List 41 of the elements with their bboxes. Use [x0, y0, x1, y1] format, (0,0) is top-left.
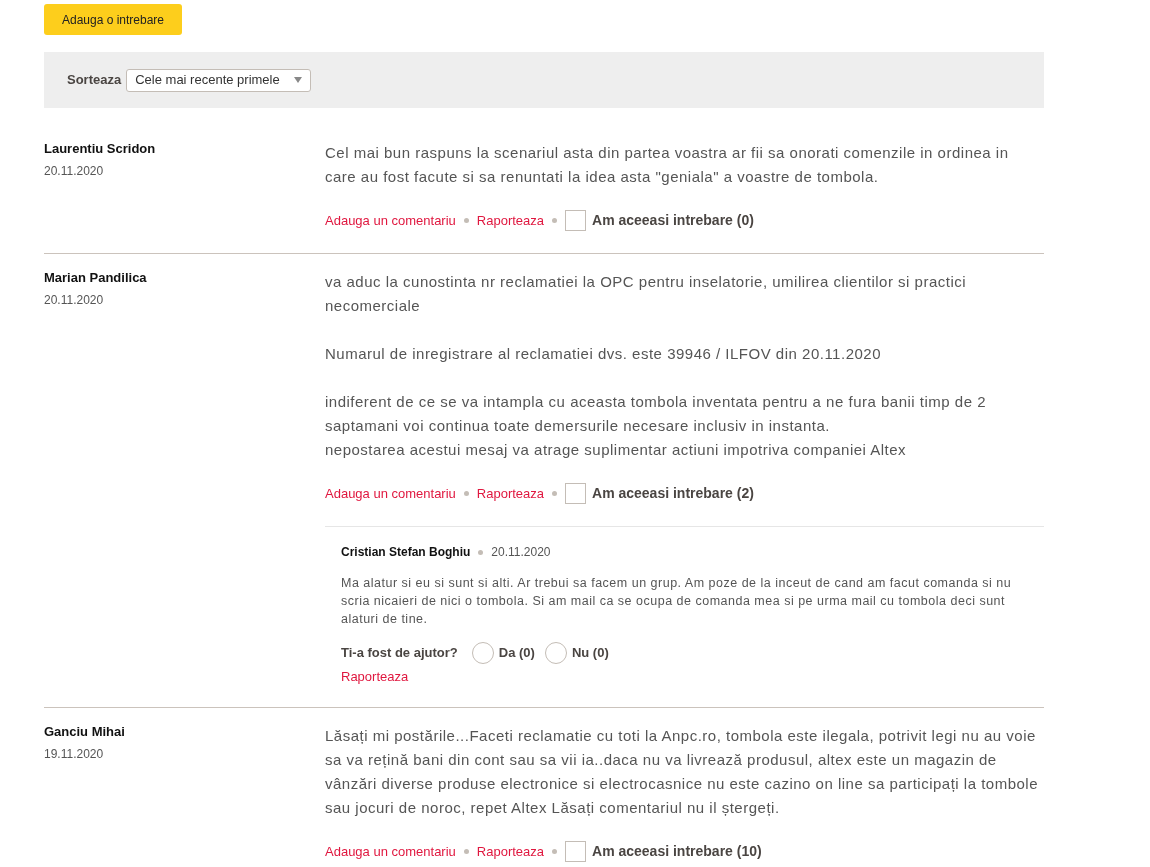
add-comment-link[interactable]: Adauga un comentariu: [325, 841, 456, 862]
bullet-icon: [552, 849, 558, 854]
helpful-label: Ti-a fost de ajutor?: [341, 644, 458, 663]
sort-select[interactable]: Cele mai recente primele: [126, 68, 312, 92]
add-comment-link[interactable]: Adauga un comentariu: [325, 210, 456, 231]
radio-button[interactable]: [544, 642, 567, 664]
bullet-icon: [463, 218, 469, 223]
bullet-icon: [552, 491, 558, 496]
question-text: va aduc la cunostinta nr reclamatiei la OPC pentru inselatorie, umilirea clientilor si practici necomerciale Numarul de inregistrare al reclamatiei dvs. este 39946 / ILFOV din 20.11.2020 indiferent de ce se va intampla cu aceasta tombola inventata pentru a ne fura banii timp de 2 saptamani voi continua toate demersurile necesare inclusiv in instanta. nepostarea acestui mesaj va atrage suplimentar actiuni impotriva companiei Altex: [325, 272, 988, 460]
caret-icon: [294, 77, 303, 83]
same-question-label[interactable]: Am aceeasi intrebare (2): [592, 483, 754, 504]
question-date: 19.11.2020: [44, 746, 104, 762]
same-question-label[interactable]: Am aceeasi intrebare (0): [592, 210, 754, 231]
question-text: Cel mai bun raspuns la scenariul asta din partea voastra ar fii sa onorati comenzile in ordinea in care au fost facute si sa renuntati la idea asta "geniala" a voastre de tombola.: [325, 143, 1010, 187]
question-date: 20.11.2020: [44, 163, 104, 179]
radio-button[interactable]: [471, 642, 494, 664]
checkbox[interactable]: [565, 841, 587, 862]
comment-text: Ma alatur si eu si sunt si alti. Ar trebui sa facem un grup. Am poze de la inceut de cand am facut comanda si nu scria nicaieri de nici o tombola. Si am mail ca se ocupa de comanda mea si pe urma mail cu tombola deci sunt alaturi de tine.: [341, 575, 1013, 628]
sort-label: Sorteaza: [67, 71, 122, 90]
report-link[interactable]: Raporteaza: [476, 483, 545, 504]
question-text: Lăsați mi postările...Faceti reclamatie cu toti la Anpc.ro, tombola este ilegala, potrivit legi nu au voie sa va rețină bani din cont sau sa vii ia..daca nu va livrează produsul, altex este un magazin de vânzări diverse produse electronice si electrocasnice nu este cazino on line sa participați la tombole sau jocuri de noroc, repet Altex Lăsați comentariul nu il ștergeți.: [325, 726, 1040, 818]
comment-author: Cristian Stefan Boghiu: [341, 544, 471, 560]
checkbox[interactable]: [565, 483, 587, 504]
vote-option-label[interactable]: Da (0): [498, 643, 535, 663]
same-question-label[interactable]: Am aceeasi intrebare (10): [592, 841, 762, 862]
bullet-icon: [478, 549, 484, 555]
question-date: 20.11.2020: [44, 292, 104, 308]
question-author: Marian Pandilica: [44, 270, 147, 286]
bullet-icon: [463, 849, 469, 854]
comment-date: 20.11.2020: [491, 544, 551, 560]
bullet-icon: [463, 491, 469, 496]
add-comment-link[interactable]: Adauga un comentariu: [325, 483, 456, 504]
report-link[interactable]: Raporteaza: [341, 669, 409, 685]
bullet-icon: [552, 218, 558, 223]
report-link[interactable]: Raporteaza: [476, 210, 545, 231]
vote-option-label[interactable]: Nu (0): [571, 643, 609, 663]
add-question-button[interactable]: Adauga o intrebare: [44, 4, 182, 35]
question-author: Laurentiu Scridon: [44, 141, 156, 157]
report-link[interactable]: Raporteaza: [476, 841, 545, 862]
checkbox[interactable]: [565, 210, 587, 231]
question-author: Ganciu Mihai: [44, 724, 125, 740]
